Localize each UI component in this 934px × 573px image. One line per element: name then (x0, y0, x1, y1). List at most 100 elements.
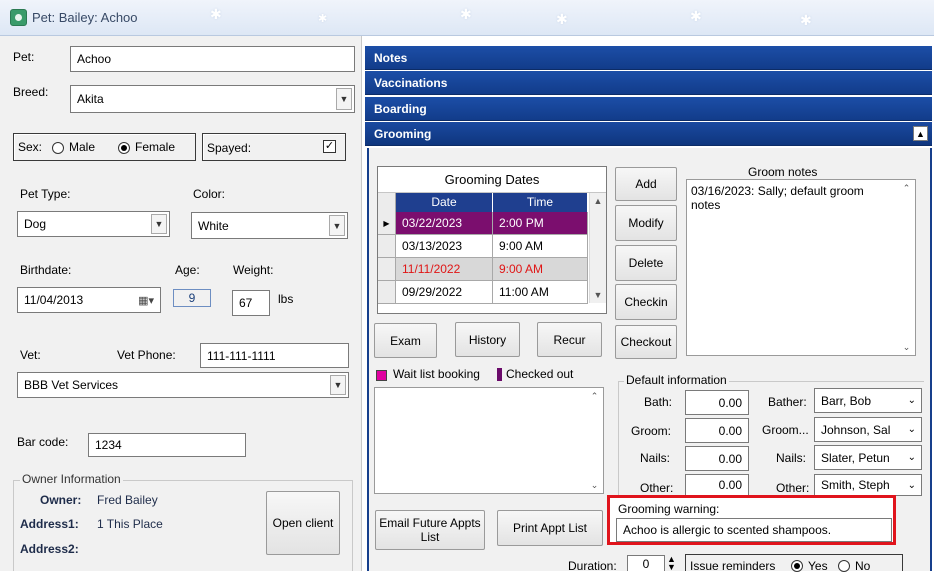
scroll-down-icon[interactable]: ⌄ (898, 339, 915, 355)
checkin-button[interactable]: Checkin (615, 284, 677, 320)
calendar-dropdown-icon[interactable]: ▦▾ (138, 294, 154, 307)
color-select[interactable]: White ▼ (191, 212, 348, 239)
recur-button[interactable]: Recur (537, 322, 602, 357)
chevron-down-icon[interactable]: ▼ (151, 214, 167, 234)
color-value: White (198, 218, 229, 233)
sex-female-radio[interactable] (118, 140, 130, 154)
table-row[interactable]: 03/13/2023 9:00 AM (378, 235, 588, 258)
wait-list-scrollbar[interactable]: ⌃ ⌄ (586, 388, 603, 493)
weight-unit: lbs (278, 292, 294, 306)
grooming-dates-grid[interactable]: Grooming Dates Date Time ▶ 03/22/2023 2:… (377, 166, 607, 314)
add-button[interactable]: Add (615, 167, 677, 201)
snowflake-icon: ✱ (210, 6, 222, 22)
chevron-down-icon[interactable]: ▼ (336, 88, 352, 110)
checked-out-legend-label: Checked out (506, 367, 574, 381)
vet-phone-label: Vet Phone: (117, 348, 176, 362)
scroll-down-icon[interactable]: ⌄ (586, 477, 603, 493)
scroll-down-icon[interactable]: ▼ (590, 287, 606, 303)
column-header-date[interactable]: Date (396, 193, 493, 212)
spayed-checkbox[interactable]: ✓ (323, 140, 336, 153)
history-button[interactable]: History (455, 322, 520, 357)
section-vaccinations-header[interactable]: Vaccinations (365, 71, 932, 95)
section-notes-header[interactable]: Notes (365, 46, 932, 70)
open-client-button[interactable]: Open client (266, 491, 340, 555)
sex-label: Sex: (18, 140, 43, 154)
row-date: 03/22/2023 (396, 212, 493, 235)
current-row-indicator-icon: ▶ (378, 212, 396, 235)
duration-input[interactable]: 0 (627, 555, 665, 571)
scroll-up-icon[interactable]: ⌃ (586, 388, 603, 404)
checkout-button[interactable]: Checkout (615, 325, 677, 359)
snowflake-icon: ✱ (460, 6, 472, 22)
window-title: Pet: Bailey: Achoo (32, 10, 138, 25)
pet-type-label: Pet Type: (20, 187, 71, 201)
bath-price-input[interactable]: 0.00 (685, 390, 749, 415)
sex-female-label: Female (135, 140, 176, 154)
vet-label: Vet: (20, 348, 41, 362)
birthdate-picker[interactable]: 11/04/2013 ▦▾ (17, 287, 161, 313)
section-boarding-header[interactable]: Boarding (365, 97, 932, 121)
chevron-down-icon[interactable]: ⌄ (907, 424, 916, 435)
chevron-down-icon[interactable]: ⌄ (907, 480, 916, 491)
vet-phone-input[interactable]: 111-111-1111 (200, 343, 349, 368)
scroll-up-icon[interactable]: ⌃ (898, 180, 915, 196)
chevron-down-icon[interactable]: ▼ (329, 215, 345, 236)
groomer-select[interactable]: Johnson, Sal ⌄ (814, 417, 922, 442)
snowflake-icon: ✱ (318, 13, 328, 25)
notes-scrollbar[interactable]: ⌃ ⌄ (898, 180, 915, 355)
other-price-input[interactable]: 0.00 (685, 474, 749, 496)
grooming-warning-input[interactable]: Achoo is allergic to scented shampoos. (616, 518, 892, 542)
chevron-down-icon[interactable]: ⌄ (908, 395, 916, 406)
other-staff-value: Smith, Steph (821, 478, 890, 492)
section-grooming-header[interactable]: Grooming ▲ (365, 122, 932, 146)
row-selector (378, 281, 396, 304)
radio-icon (838, 559, 850, 572)
scroll-up-icon[interactable]: ▲ (590, 193, 606, 209)
breed-select[interactable]: Akita ▼ (70, 85, 355, 113)
title-bar: Pet: Bailey: Achoo ✱ ✱ ✱ ✱ ✱ ✱ (0, 0, 934, 36)
groom-notes-label: Groom notes (748, 165, 818, 179)
column-header-time[interactable]: Time (493, 193, 588, 212)
email-future-appts-button[interactable]: Email Future Appts List (375, 510, 485, 550)
spinner-arrows-icon[interactable]: ▲ ▼ (667, 555, 676, 572)
print-appt-list-button[interactable]: Print Appt List (497, 510, 603, 546)
pet-name-input[interactable]: Achoo (70, 46, 355, 72)
row-time: 9:00 AM (493, 235, 588, 258)
barcode-label: Bar code: (17, 435, 69, 449)
chevron-down-icon[interactable]: ▼ (330, 375, 346, 395)
snowflake-icon: ✱ (800, 12, 812, 28)
nails-price-input[interactable]: 0.00 (685, 446, 749, 471)
groom-price-input[interactable]: 0.00 (685, 418, 749, 443)
address1-value: 1 This Place (97, 517, 163, 531)
sex-male-label: Male (69, 140, 96, 154)
bather-select[interactable]: Barr, Bob ⌄ (814, 388, 922, 413)
vet-select[interactable]: BBB Vet Services ▼ (17, 372, 349, 398)
chevron-down-icon[interactable]: ⌄ (907, 452, 916, 463)
barcode-input[interactable]: 1234 (88, 433, 246, 457)
nails-staff-select[interactable]: Slater, Petun ⌄ (814, 445, 922, 470)
pet-type-select[interactable]: Dog ▼ (17, 211, 170, 237)
other-staff-select[interactable]: Smith, Steph ⌄ (814, 474, 922, 496)
exam-button[interactable]: Exam (374, 323, 437, 358)
section-notes-title: Notes (374, 50, 408, 65)
table-row[interactable]: 09/29/2022 11:00 AM (378, 281, 588, 304)
section-grooming-title: Grooming (374, 126, 432, 141)
sex-male-radio[interactable] (52, 140, 64, 154)
reminders-yes-radio[interactable] (791, 558, 803, 572)
table-row[interactable]: ▶ 03/22/2023 2:00 PM (378, 212, 588, 235)
bather-label: Bather: (768, 395, 807, 409)
other-label: Other: (640, 481, 674, 495)
pet-type-value: Dog (24, 217, 47, 231)
groom-notes-textarea[interactable]: 03/16/2023: Sally; default groom notes ⌃… (686, 179, 916, 356)
groom-label: Groom: (631, 424, 672, 438)
delete-button[interactable]: Delete (615, 245, 677, 281)
modify-button[interactable]: Modify (615, 205, 677, 241)
table-row[interactable]: 11/11/2022 9:00 AM (378, 258, 588, 281)
reminders-no-radio[interactable] (838, 558, 850, 572)
grid-scrollbar[interactable]: ▲ ▼ (589, 193, 606, 303)
weight-input[interactable]: 67 (232, 290, 270, 316)
row-selector (378, 258, 396, 281)
collapse-icon[interactable]: ▲ (913, 126, 928, 141)
owner-label: Owner: (40, 493, 82, 507)
wait-list-box[interactable]: ⌃ ⌄ (374, 387, 604, 494)
